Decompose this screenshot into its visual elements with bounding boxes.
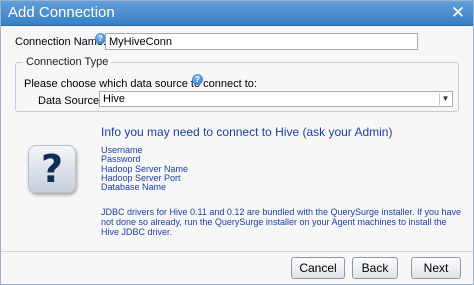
- info-title: Info you may need to connect to Hive (as…: [101, 125, 393, 139]
- connection-type-legend: Connection Type: [23, 56, 112, 68]
- footer-divider: [1, 251, 473, 252]
- dialog-title: Add Connection: [8, 4, 115, 21]
- choose-data-source-label: Please choose which data source to conne…: [24, 78, 257, 90]
- help-icon[interactable]: ?: [192, 74, 203, 85]
- add-connection-dialog: Add Connection ✕ Connection Name: ? Conn…: [0, 0, 474, 285]
- connection-name-label: Connection Name:: [15, 36, 107, 48]
- data-source-select[interactable]: Hive ▼: [99, 91, 453, 107]
- info-item-database-name: Database Name: [101, 182, 167, 193]
- data-source-label-text: Data Source:: [38, 95, 103, 107]
- connection-name-input[interactable]: [105, 33, 418, 50]
- jdbc-info-text: JDBC drivers for Hive 0.11 and 0.12 are …: [101, 207, 462, 237]
- question-mark-icon: ?: [28, 145, 76, 193]
- title-bar[interactable]: Add Connection ✕: [1, 1, 473, 26]
- next-button[interactable]: Next: [411, 257, 461, 279]
- back-button[interactable]: Back: [352, 257, 398, 279]
- info-list: Username Password Hadoop Server Name Had…: [101, 145, 188, 193]
- data-source-value: Hive: [103, 93, 126, 105]
- cancel-button[interactable]: Cancel: [291, 257, 345, 279]
- close-icon[interactable]: ✕: [449, 4, 467, 22]
- chevron-down-icon[interactable]: ▼: [439, 93, 451, 105]
